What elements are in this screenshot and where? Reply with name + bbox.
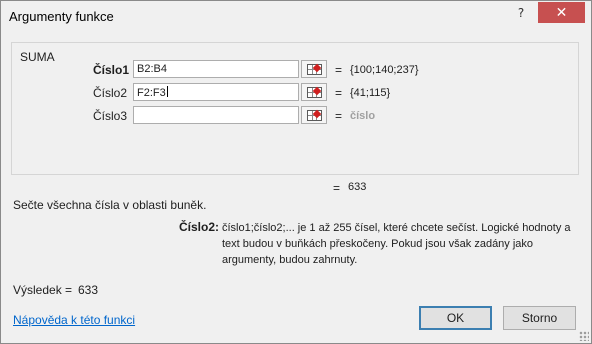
arg-result-3: číslo [350,110,376,122]
function-group: SUMA Číslo1 B2:B4 = {100;140;237} Číslo2… [11,42,579,175]
question-icon: ? [517,5,525,20]
dialog-content: SUMA Číslo1 B2:B4 = {100;140;237} Číslo2… [1,32,591,343]
arg-label-2: Číslo2 [93,86,128,100]
arg-input-3[interactable] [133,106,299,124]
formula-result: 633 [348,181,367,193]
equals-sign-3: = [335,109,343,123]
result-value: 633 [78,283,99,297]
resize-grip[interactable] [579,331,589,341]
cancel-button[interactable]: Storno [503,306,576,330]
arg-label-3: Číslo3 [93,109,128,123]
ok-button[interactable]: OK [419,306,492,330]
arg-value-1: B2:B4 [137,63,167,75]
arg-value-2: F2:F3 [137,87,166,99]
help-link[interactable]: Nápověda k této funkci [13,313,135,327]
arg-label-1: Číslo1 [93,63,130,77]
arg-result-2: {41;115} [350,87,391,99]
function-name: SUMA [20,50,55,64]
close-button[interactable]: ✕ [538,2,585,23]
formula-equals: = [333,181,341,195]
argument-detail-text: číslo1;číslo2;... je 1 až 255 čísel, kte… [222,222,571,266]
arg-input-1[interactable]: B2:B4 [133,60,299,78]
equals-sign-1: = [335,63,343,77]
help-button[interactable]: ? [508,2,534,23]
text-caret [166,86,168,97]
argument-detail-label: Číslo2: [179,220,220,234]
collapse-button-3[interactable] [301,106,327,124]
arg-input-2[interactable]: F2:F3 [133,83,299,101]
arg-result-1: {100;140;237} [350,64,419,76]
function-arguments-dialog: Argumenty funkce ? ✕ SUMA Číslo1 B2:B4 =… [0,0,592,344]
dialog-title: Argumenty funkce [9,9,114,24]
function-description: Sečte všechna čísla v oblasti buněk. [13,198,207,212]
collapse-button-2[interactable] [301,83,327,101]
equals-sign-2: = [335,86,343,100]
close-icon: ✕ [555,4,568,21]
title-bar[interactable]: Argumenty funkce ? ✕ [1,1,591,32]
result-label: Výsledek = [13,283,73,297]
collapse-button-1[interactable] [301,60,327,78]
